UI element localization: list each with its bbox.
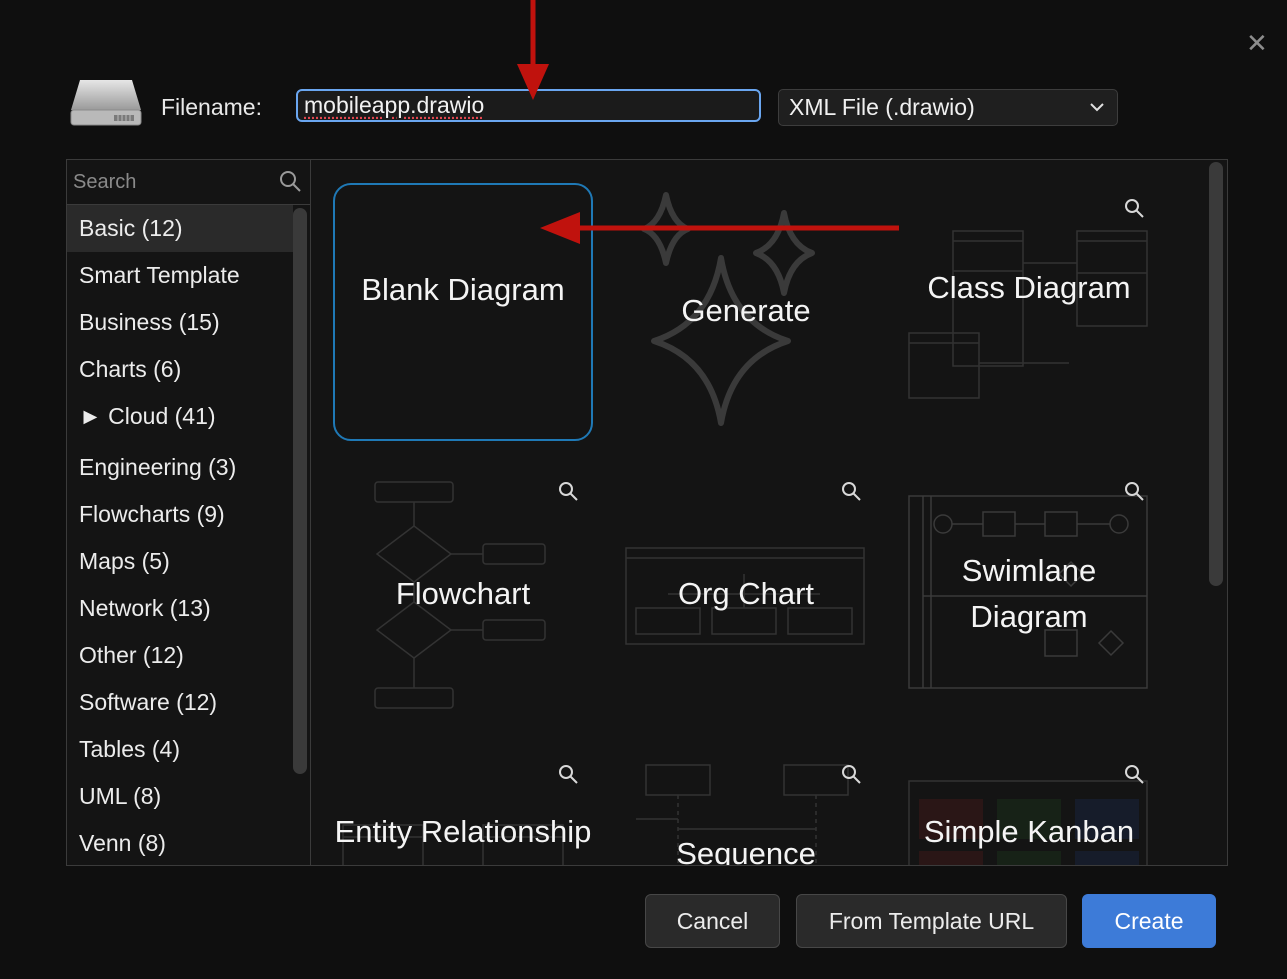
template-sequence[interactable]: Sequence bbox=[616, 749, 876, 866]
chevron-down-icon bbox=[1090, 103, 1104, 112]
category-sidebar: Search Basic (12) Smart Template Busines… bbox=[66, 159, 310, 866]
category-item-flowcharts[interactable]: Flowcharts (9) bbox=[67, 491, 293, 538]
sidebar-scrollbar[interactable] bbox=[293, 208, 307, 774]
template-label: Blank Diagram bbox=[361, 272, 565, 307]
template-label: Org Chart bbox=[677, 576, 815, 611]
category-item-software[interactable]: Software (12) bbox=[67, 679, 293, 726]
zoom-icon[interactable] bbox=[840, 480, 862, 502]
format-select-value: XML File (.drawio) bbox=[789, 94, 975, 120]
template-entity-relationship[interactable]: Entity Relationship bbox=[333, 749, 593, 865]
template-label: Entity Relationship bbox=[334, 814, 592, 849]
search-input[interactable]: Search bbox=[67, 160, 310, 205]
zoom-icon[interactable] bbox=[1123, 480, 1145, 502]
template-swimlane-diagram[interactable]: Swimlane Diagram bbox=[899, 466, 1159, 724]
template-flowchart[interactable]: Flowchart bbox=[333, 466, 593, 724]
category-item-charts[interactable]: Charts (6) bbox=[67, 346, 293, 393]
zoom-icon[interactable] bbox=[557, 763, 579, 785]
create-button[interactable]: Create bbox=[1082, 894, 1216, 948]
template-class-diagram[interactable]: Class Diagram bbox=[899, 183, 1159, 441]
template-label: Generate bbox=[681, 293, 811, 328]
zoom-icon[interactable] bbox=[1123, 197, 1145, 219]
template-label: Flowchart bbox=[395, 576, 531, 611]
drive-icon bbox=[70, 80, 142, 126]
filename-label: Filename: bbox=[161, 94, 262, 120]
category-item-business[interactable]: Business (15) bbox=[67, 299, 293, 346]
template-gallery: Blank Diagram Generate Class Diagram Flo… bbox=[310, 159, 1228, 866]
template-label: Simple Kanban bbox=[923, 814, 1135, 849]
category-item-engineering[interactable]: Engineering (3) bbox=[67, 444, 293, 491]
template-blank-diagram[interactable]: Blank Diagram bbox=[333, 183, 593, 441]
from-template-url-button[interactable]: From Template URL bbox=[796, 894, 1067, 948]
search-placeholder: Search bbox=[73, 171, 137, 193]
template-label: Swimlane Diagram bbox=[961, 553, 1097, 634]
template-label: Sequence bbox=[676, 836, 816, 866]
category-item-venn[interactable]: Venn (8) bbox=[67, 820, 293, 867]
filename-input[interactable] bbox=[296, 89, 761, 122]
category-item-tables[interactable]: Tables (4) bbox=[67, 726, 293, 773]
category-item-other[interactable]: Other (12) bbox=[67, 632, 293, 679]
template-label: Class Diagram bbox=[927, 270, 1131, 305]
category-item-maps[interactable]: Maps (5) bbox=[67, 538, 293, 585]
category-item-smart-template[interactable]: Smart Template bbox=[67, 252, 293, 299]
category-item-cloud[interactable]: ► Cloud (41) bbox=[67, 393, 293, 440]
zoom-icon[interactable] bbox=[840, 763, 862, 785]
template-simple-kanban[interactable]: Simple Kanban bbox=[899, 749, 1159, 865]
gallery-scrollbar[interactable] bbox=[1209, 162, 1223, 586]
cancel-button[interactable]: Cancel bbox=[645, 894, 780, 948]
category-item-uml[interactable]: UML (8) bbox=[67, 773, 293, 820]
zoom-icon[interactable] bbox=[1123, 763, 1145, 785]
template-generate[interactable]: Generate bbox=[616, 183, 876, 441]
format-select[interactable]: XML File (.drawio) bbox=[778, 89, 1118, 126]
category-item-network[interactable]: Network (13) bbox=[67, 585, 293, 632]
template-org-chart[interactable]: Org Chart bbox=[616, 466, 876, 724]
category-item-basic[interactable]: Basic (12) bbox=[67, 205, 293, 252]
category-list: Basic (12) Smart Template Business (15) … bbox=[67, 205, 293, 867]
search-icon bbox=[280, 171, 301, 192]
class-diagram-thumbnail bbox=[908, 230, 1148, 399]
zoom-icon[interactable] bbox=[557, 480, 579, 502]
annotation-arrow-down bbox=[517, 0, 549, 100]
close-icon[interactable]: ✕ bbox=[1246, 30, 1268, 56]
